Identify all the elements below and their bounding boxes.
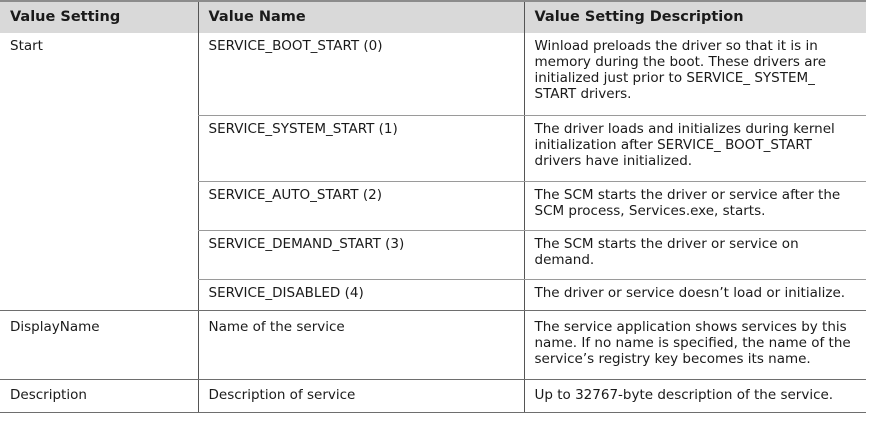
page: Value Setting Value Name Value Setting D… bbox=[0, 0, 876, 447]
cell-value-setting bbox=[0, 182, 198, 231]
cell-value-setting bbox=[0, 116, 198, 182]
cell-value-description: Up to 32767-byte description of the serv… bbox=[523, 379, 866, 413]
cell-value-name: SERVICE_DISABLED (4) bbox=[197, 279, 524, 311]
header-value-name: Value Name bbox=[197, 0, 524, 33]
cell-value-name: SERVICE_BOOT_START (0) bbox=[197, 33, 524, 116]
table-row: SERVICE_AUTO_START (2) The SCM starts th… bbox=[0, 181, 866, 231]
table-row: DisplayName Name of the service The serv… bbox=[0, 310, 866, 380]
cell-value-description: The driver or service doesn’t load or in… bbox=[523, 279, 866, 311]
header-value-setting-description: Value Setting Description bbox=[523, 0, 866, 33]
table-body: Start SERVICE_BOOT_START (0) Winload pre… bbox=[0, 33, 866, 413]
cell-value-setting: DisplayName bbox=[0, 310, 198, 380]
header-row: Value Setting Value Name Value Setting D… bbox=[0, 0, 866, 33]
cell-value-name: Description of service bbox=[197, 379, 524, 413]
cell-value-name: SERVICE_SYSTEM_START (1) bbox=[197, 115, 524, 182]
cell-value-description: The service application shows services b… bbox=[523, 310, 866, 380]
cell-value-setting bbox=[0, 231, 198, 280]
cell-value-description: Winload preloads the driver so that it i… bbox=[523, 33, 866, 116]
cell-value-setting: Description bbox=[0, 379, 198, 413]
cell-value-name: SERVICE_AUTO_START (2) bbox=[197, 181, 524, 231]
table-header: Value Setting Value Name Value Setting D… bbox=[0, 0, 866, 33]
table-row: Description Description of service Up to… bbox=[0, 379, 866, 413]
cell-value-setting bbox=[0, 279, 198, 311]
cell-value-setting: Start bbox=[10, 38, 43, 54]
table-row: Start SERVICE_BOOT_START (0) Winload pre… bbox=[0, 33, 866, 116]
table-row: SERVICE_DEMAND_START (3) The SCM starts … bbox=[0, 230, 866, 280]
header-value-setting: Value Setting bbox=[0, 0, 198, 33]
table-row: SERVICE_SYSTEM_START (1) The driver load… bbox=[0, 115, 866, 182]
cell-value-description: The driver loads and initializes during … bbox=[523, 115, 866, 182]
cell-value-name: Name of the service bbox=[197, 310, 524, 380]
cell-value-name: SERVICE_DEMAND_START (3) bbox=[197, 230, 524, 280]
table-row: SERVICE_DISABLED (4) The driver or servi… bbox=[0, 279, 866, 311]
registry-value-table: Value Setting Value Name Value Setting D… bbox=[0, 0, 866, 413]
cell-value-description: The SCM starts the driver or service on … bbox=[523, 230, 866, 280]
cell-value-description: The SCM starts the driver or service aft… bbox=[523, 181, 866, 231]
